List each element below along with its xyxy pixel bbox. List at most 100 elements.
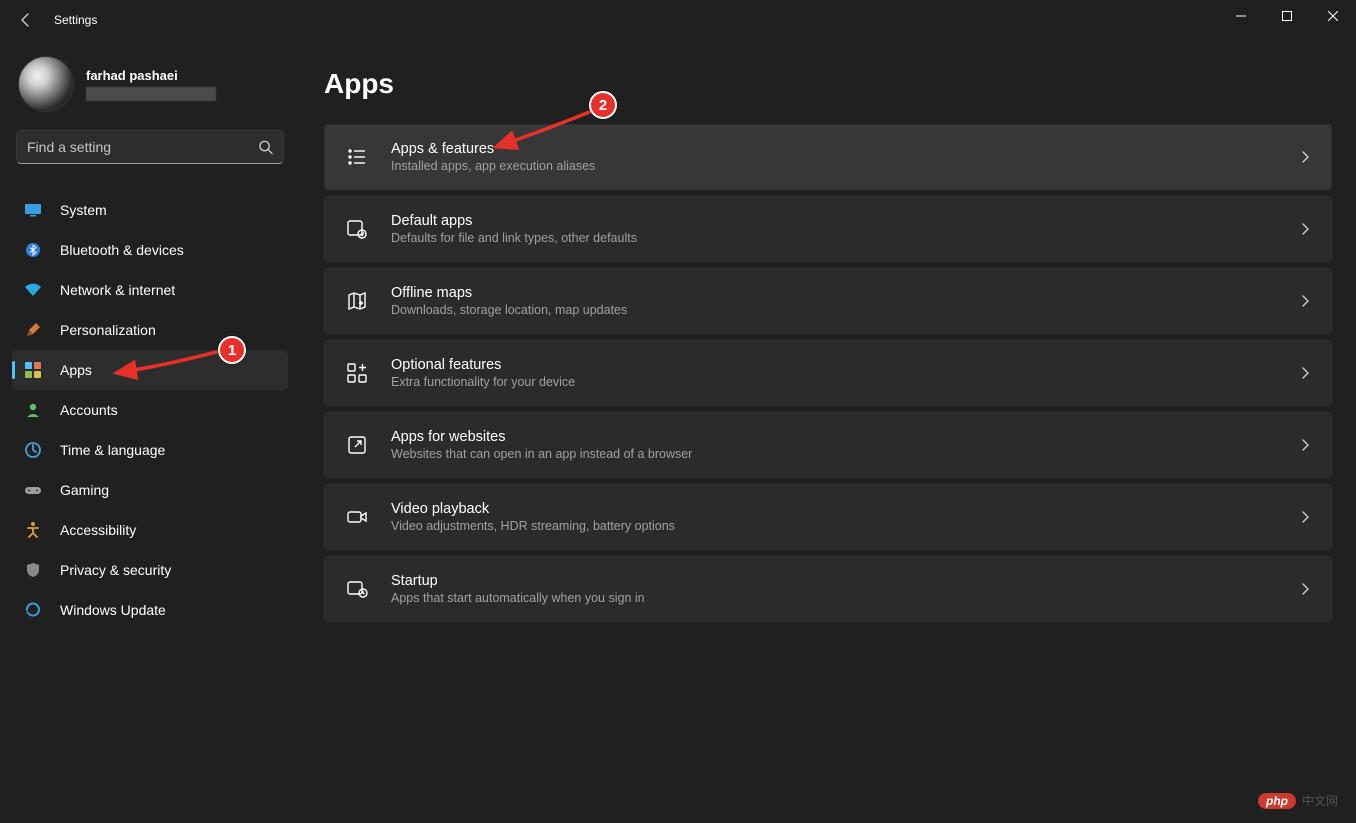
sidebar-item-accounts[interactable]: Accounts: [12, 390, 288, 430]
sidebar-item-windows-update[interactable]: Windows Update: [12, 590, 288, 630]
sidebar-item-gaming[interactable]: Gaming: [12, 470, 288, 510]
card-video-playback[interactable]: Video playback Video adjustments, HDR st…: [324, 484, 1332, 550]
card-title: Optional features: [391, 357, 1299, 373]
annotation-badge-2-label: 2: [599, 97, 607, 114]
card-optional-features[interactable]: Optional features Extra functionality fo…: [324, 340, 1332, 406]
card-default-apps[interactable]: Default apps Defaults for file and link …: [324, 196, 1332, 262]
chevron-right-icon: [1299, 511, 1311, 523]
sidebar-item-label: Windows Update: [60, 602, 166, 618]
sidebar-item-label: Gaming: [60, 482, 109, 498]
list-icon: [345, 145, 369, 169]
card-text: Video playback Video adjustments, HDR st…: [391, 501, 1299, 533]
profile-name: farhad pashaei: [86, 68, 216, 83]
card-subtitle: Extra functionality for your device: [391, 375, 1299, 389]
sidebar-item-label: Accessibility: [60, 522, 136, 538]
content-area: Apps Apps & features Installed apps, app…: [300, 40, 1356, 823]
card-subtitle: Downloads, storage location, map updates: [391, 303, 1299, 317]
chevron-right-icon: [1299, 583, 1311, 595]
sidebar-item-label: Apps: [60, 362, 92, 378]
search-input[interactable]: Find a setting: [16, 130, 284, 164]
arrow-left-icon: [18, 12, 34, 28]
watermark-text: 中文网: [1302, 792, 1338, 809]
chevron-right-icon: [1299, 295, 1311, 307]
clock-globe-icon: [24, 441, 42, 459]
update-icon: [24, 601, 42, 619]
sidebar-item-label: System: [60, 202, 107, 218]
main-layout: farhad pashaei Find a setting: [0, 40, 1356, 823]
card-title: Offline maps: [391, 285, 1299, 301]
annotation-badge-2: 2: [589, 91, 617, 119]
profile-block[interactable]: farhad pashaei: [0, 50, 300, 116]
titlebar: Settings: [0, 0, 1356, 40]
window-title: Settings: [54, 13, 97, 27]
card-apps-features[interactable]: Apps & features Installed apps, app exec…: [324, 124, 1332, 190]
profile-text: farhad pashaei: [86, 68, 216, 101]
minimize-icon: [1236, 11, 1246, 21]
sidebar-item-apps[interactable]: Apps: [12, 350, 288, 390]
optional-features-icon: [345, 361, 369, 385]
default-apps-icon: [345, 217, 369, 241]
sidebar-item-label: Personalization: [60, 322, 156, 338]
chevron-right-icon: [1299, 151, 1311, 163]
accessibility-icon: [24, 521, 42, 539]
card-text: Default apps Defaults for file and link …: [391, 213, 1299, 245]
card-text: Startup Apps that start automatically wh…: [391, 573, 1299, 605]
profile-email-redacted: [86, 87, 216, 101]
card-offline-maps[interactable]: Offline maps Downloads, storage location…: [324, 268, 1332, 334]
card-text: Optional features Extra functionality fo…: [391, 357, 1299, 389]
sidebar: farhad pashaei Find a setting: [0, 40, 300, 823]
sidebar-item-network[interactable]: Network & internet: [12, 270, 288, 310]
map-icon: [345, 289, 369, 313]
sidebar-item-privacy[interactable]: Privacy & security: [12, 550, 288, 590]
wifi-icon: [24, 281, 42, 299]
sidebar-item-time-language[interactable]: Time & language: [12, 430, 288, 470]
close-icon: [1328, 11, 1338, 21]
sidebar-item-accessibility[interactable]: Accessibility: [12, 510, 288, 550]
card-startup[interactable]: Startup Apps that start automatically wh…: [324, 556, 1332, 622]
annotation-badge-1-label: 1: [228, 342, 236, 359]
close-button[interactable]: [1310, 0, 1356, 32]
avatar: [18, 56, 74, 112]
sidebar-item-label: Time & language: [60, 442, 165, 458]
card-subtitle: Apps that start automatically when you s…: [391, 591, 1299, 605]
video-icon: [345, 505, 369, 529]
sidebar-item-bluetooth[interactable]: Bluetooth & devices: [12, 230, 288, 270]
apps-icon: [24, 361, 42, 379]
sidebar-item-label: Network & internet: [60, 282, 175, 298]
sidebar-item-system[interactable]: System: [12, 190, 288, 230]
sidebar-item-label: Accounts: [60, 402, 118, 418]
back-button[interactable]: [18, 12, 46, 28]
nav-list: System Bluetooth & devices Network & int…: [0, 172, 300, 630]
card-text: Apps & features Installed apps, app exec…: [391, 141, 1299, 173]
annotation-badge-1: 1: [218, 336, 246, 364]
watermark: php 中文网: [1258, 792, 1338, 809]
card-subtitle: Video adjustments, HDR streaming, batter…: [391, 519, 1299, 533]
paintbrush-icon: [24, 321, 42, 339]
open-external-icon: [345, 433, 369, 457]
window-controls: [1218, 0, 1356, 32]
card-subtitle: Websites that can open in an app instead…: [391, 447, 1299, 461]
chevron-right-icon: [1299, 367, 1311, 379]
sidebar-item-label: Bluetooth & devices: [60, 242, 184, 258]
minimize-button[interactable]: [1218, 0, 1264, 32]
chevron-right-icon: [1299, 223, 1311, 235]
bluetooth-icon: [24, 241, 42, 259]
card-text: Apps for websites Websites that can open…: [391, 429, 1299, 461]
search-wrap: Find a setting: [0, 116, 300, 172]
card-subtitle: Installed apps, app execution aliases: [391, 159, 1299, 173]
settings-card-list: Apps & features Installed apps, app exec…: [324, 124, 1332, 624]
sidebar-item-personalization[interactable]: Personalization: [12, 310, 288, 350]
card-title: Default apps: [391, 213, 1299, 229]
monitor-icon: [24, 201, 42, 219]
shield-icon: [24, 561, 42, 579]
maximize-button[interactable]: [1264, 0, 1310, 32]
maximize-icon: [1282, 11, 1292, 21]
card-title: Apps for websites: [391, 429, 1299, 445]
card-title: Video playback: [391, 501, 1299, 517]
watermark-brand: php: [1258, 793, 1296, 809]
startup-icon: [345, 577, 369, 601]
search-placeholder: Find a setting: [27, 139, 111, 155]
card-apps-for-websites[interactable]: Apps for websites Websites that can open…: [324, 412, 1332, 478]
card-title: Startup: [391, 573, 1299, 589]
page-title: Apps: [324, 68, 1332, 100]
